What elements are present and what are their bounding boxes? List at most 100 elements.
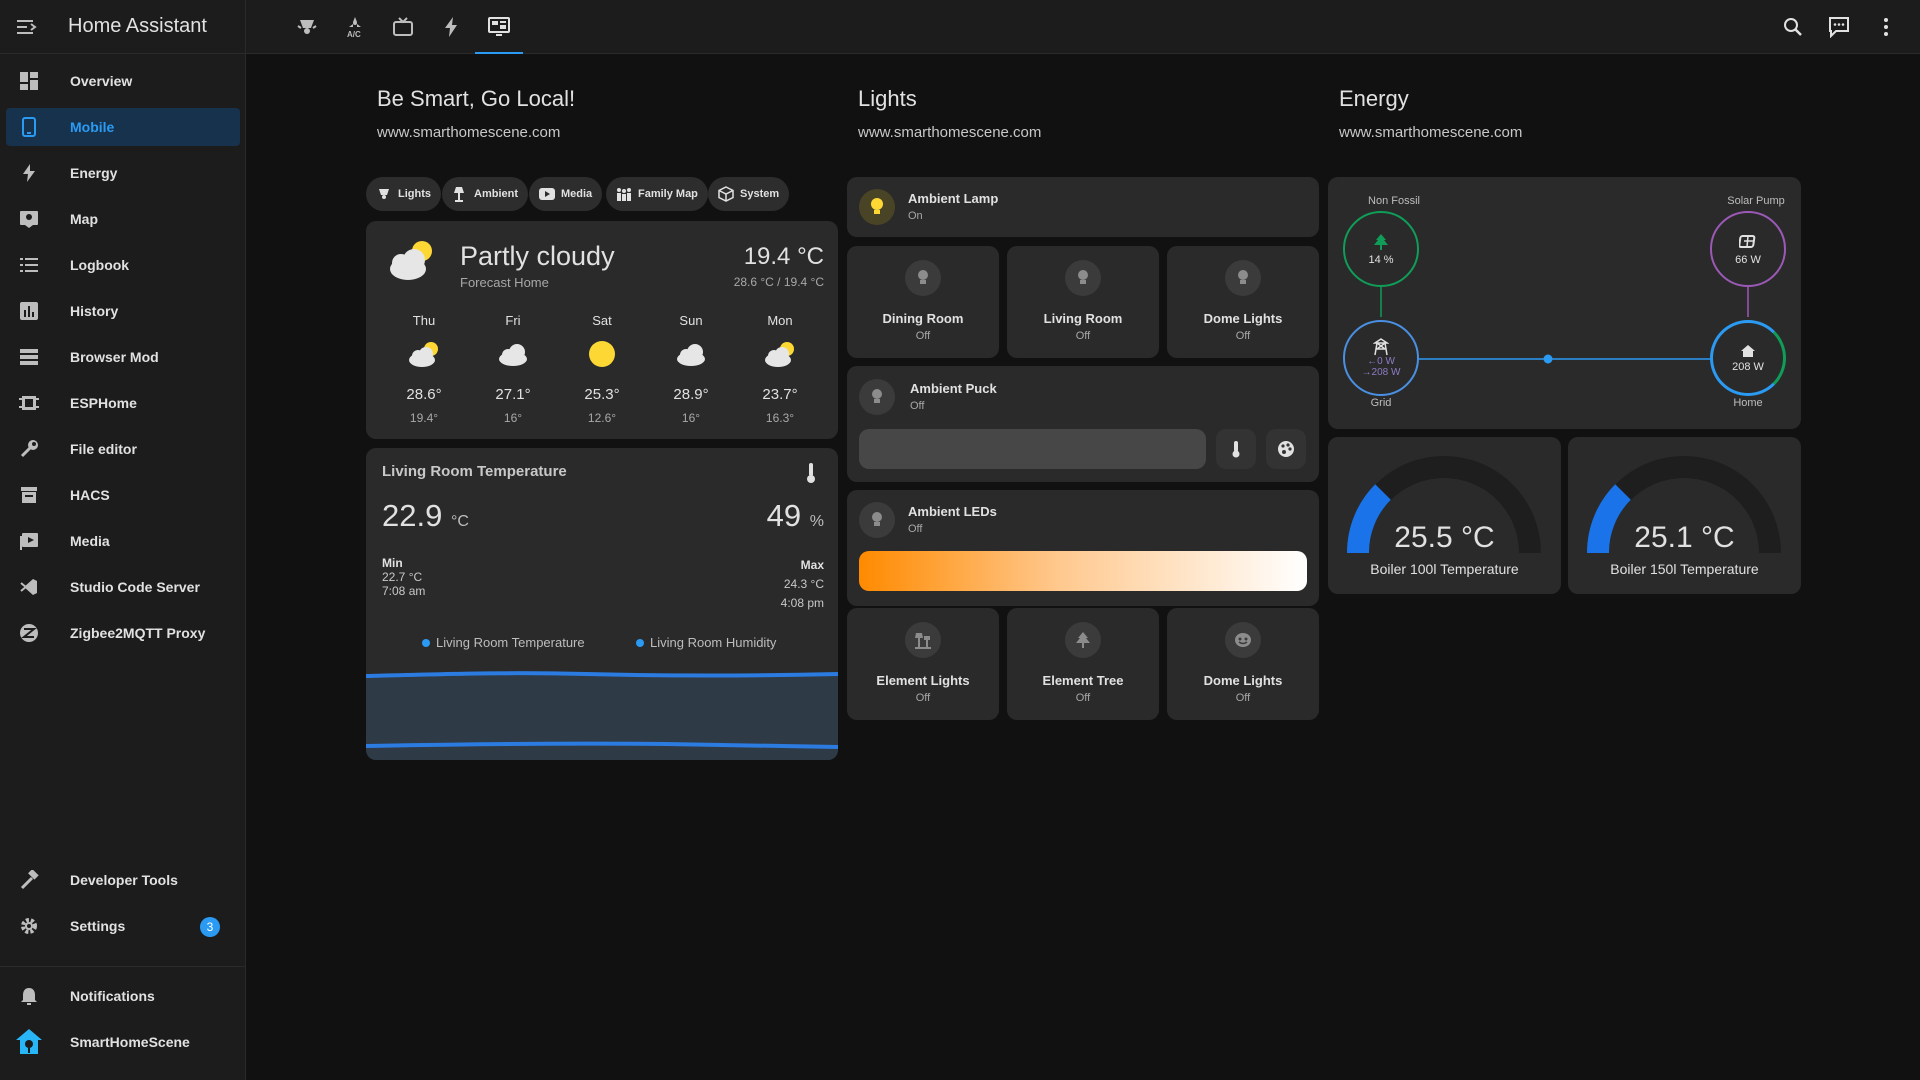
chip-ambient[interactable]: Ambient [442,177,528,211]
column-title: Energy [1339,86,1409,111]
forecast-day: Sat 25.3° 12.6° [562,313,642,425]
search-button[interactable] [1773,7,1813,47]
living-room-light-tile[interactable]: Living Room Off [1007,246,1159,358]
ambient-leds-card[interactable]: Ambient LEDs Off [847,490,1319,606]
forecast-low: 16° [681,411,701,425]
min-value: 22.7 °C [382,570,423,584]
dome-lights-tile-2[interactable]: Dome Lights Off [1167,608,1319,720]
grid-node[interactable]: ←0 W →208 W [1343,320,1419,396]
sidebar-item-esphome[interactable]: ESPHome [6,384,240,422]
gauge-value: 25.5 °C [1394,521,1495,554]
wrench-icon [8,439,50,459]
min-time: 7:08 am [382,584,426,598]
element-lights-tile[interactable]: Element Lights Off [847,608,999,720]
dome-lights-tile[interactable]: Dome Lights Off [1167,246,1319,358]
lightbulb-icon [1078,270,1088,284]
sidebar-item-energy[interactable]: Energy [6,154,240,192]
min-block: Min 22.7 °C 7:08 am [382,556,425,598]
menu-toggle-button[interactable] [0,0,54,54]
partly-cloudy-icon [765,342,794,367]
sidebar-item-user[interactable]: SmartHomeScene [6,1023,240,1061]
bulb-icon-wrap [859,379,895,415]
tv-tab[interactable] [379,0,427,54]
forecast-day-name: Sat [592,313,612,328]
chip-lights[interactable]: Lights [366,177,441,211]
sidebar-item-browser-mod[interactable]: Browser Mod [6,338,240,376]
sidebar-item-developer-tools[interactable]: Developer Tools [6,861,240,899]
mobile-dashboard-tab[interactable] [475,0,523,54]
sidebar-item-label: Overview [70,73,133,89]
dome-icon-wrap [1225,622,1261,658]
sidebar-item-label: Zigbee2MQTT Proxy [70,625,206,641]
sidebar-item-label: Media [70,533,110,549]
color-temp-button[interactable] [1216,429,1256,469]
brightness-slider[interactable] [859,429,1206,469]
chip-system[interactable]: System [708,177,790,211]
ambient-puck-card[interactable]: Ambient Puck Off [847,366,1319,482]
sidebar-item-file-editor[interactable]: File editor [6,430,240,468]
ac-icon: A/C [347,17,361,38]
sidebar-item-map[interactable]: Map [6,200,240,238]
sidebar-item-label: Mobile [70,119,115,135]
forecast-day-name: Thu [412,313,436,328]
settings-badge: 3 [200,917,220,937]
monitor-dashboard-icon [488,17,510,36]
cube-icon [718,186,734,202]
max-block: Max 24.3 °C 4:08 pm [781,556,824,613]
legend-temperature[interactable]: Living Room Temperature [422,635,585,650]
sidebar-item-label: Studio Code Server [70,579,200,595]
non-fossil-node[interactable]: 14 % [1343,211,1419,287]
sidebar-item-logbook[interactable]: Logbook [6,246,240,284]
sidebar-item-mobile[interactable]: Mobile [6,108,240,146]
ceiling-light-icon [379,189,389,199]
sidebar-item-settings[interactable]: Settings 3 [6,907,240,945]
light-name: Ambient LEDs [908,504,997,519]
grid-out: →208 W [1361,367,1401,378]
cloudy-icon [499,344,527,366]
overflow-menu-button[interactable] [1866,7,1906,47]
energy-distribution-card[interactable]: Non Fossil Solar Pump 14 % 66 W ←0 W →20… [1328,177,1801,429]
energy-tab[interactable] [427,0,475,54]
sidebar-item-history[interactable]: History [6,292,240,330]
light-state: Off [915,330,931,342]
home-value: 208 W [1732,360,1764,373]
climate-tab[interactable]: A/C [331,0,379,54]
weather-location: Forecast Home [460,275,549,290]
gauge-name: Boiler 100l Temperature [1370,561,1519,577]
sensor-humidity: 49 % [767,498,824,534]
sidebar-item-overview[interactable]: Overview [6,62,240,100]
sidebar-item-media[interactable]: Media [6,522,240,560]
bulb-icon-wrap [859,189,895,225]
boiler-100-gauge-card[interactable]: 25.5 °C Boiler 100l Temperature [1328,437,1561,594]
dining-room-light-tile[interactable]: Dining Room Off [847,246,999,358]
sidebar-item-label: Logbook [70,257,130,273]
palette-icon [1278,441,1294,457]
light-name: Ambient Lamp [908,191,999,206]
youtube-icon [539,188,555,200]
weather-card[interactable]: Partly cloudy Forecast Home 19.4 °C 28.6… [366,221,838,439]
color-temperature-slider[interactable] [859,551,1307,591]
solar-node[interactable]: 66 W [1710,211,1786,287]
temperature-value: 22.9 [382,498,443,533]
chip-media[interactable]: Media [529,177,603,211]
light-state: Off [908,523,923,535]
sidebar-item-studio-code-server[interactable]: Studio Code Server [6,568,240,606]
sidebar-item-notifications[interactable]: Notifications [6,977,240,1015]
lights-tab[interactable] [283,0,331,54]
temperature-sensor-card[interactable]: Living Room Temperature 22.9 °C 49 % Min… [366,448,838,760]
assist-button[interactable] [1819,7,1859,47]
boiler-150-gauge-card[interactable]: 25.1 °C Boiler 150l Temperature [1568,437,1801,594]
home-node[interactable]: 208 W [1710,320,1786,396]
legend-humidity[interactable]: Living Room Humidity [636,635,776,650]
gauge-name: Boiler 150l Temperature [1610,561,1759,577]
sidebar-item-zigbee2mqtt[interactable]: Zigbee2MQTT Proxy [6,614,240,652]
chart-bar-icon [8,301,50,321]
min-label: Min [382,556,403,570]
chip-family-map[interactable]: Family Map [606,177,708,211]
element-tree-tile[interactable]: Element Tree Off [1007,608,1159,720]
ambient-lamp-card[interactable]: Ambient Lamp On [847,177,1319,237]
color-button[interactable] [1266,429,1306,469]
leaf-icon [1374,233,1388,250]
sidebar-item-hacs[interactable]: HACS [6,476,240,514]
sidebar-item-label: History [70,303,119,319]
